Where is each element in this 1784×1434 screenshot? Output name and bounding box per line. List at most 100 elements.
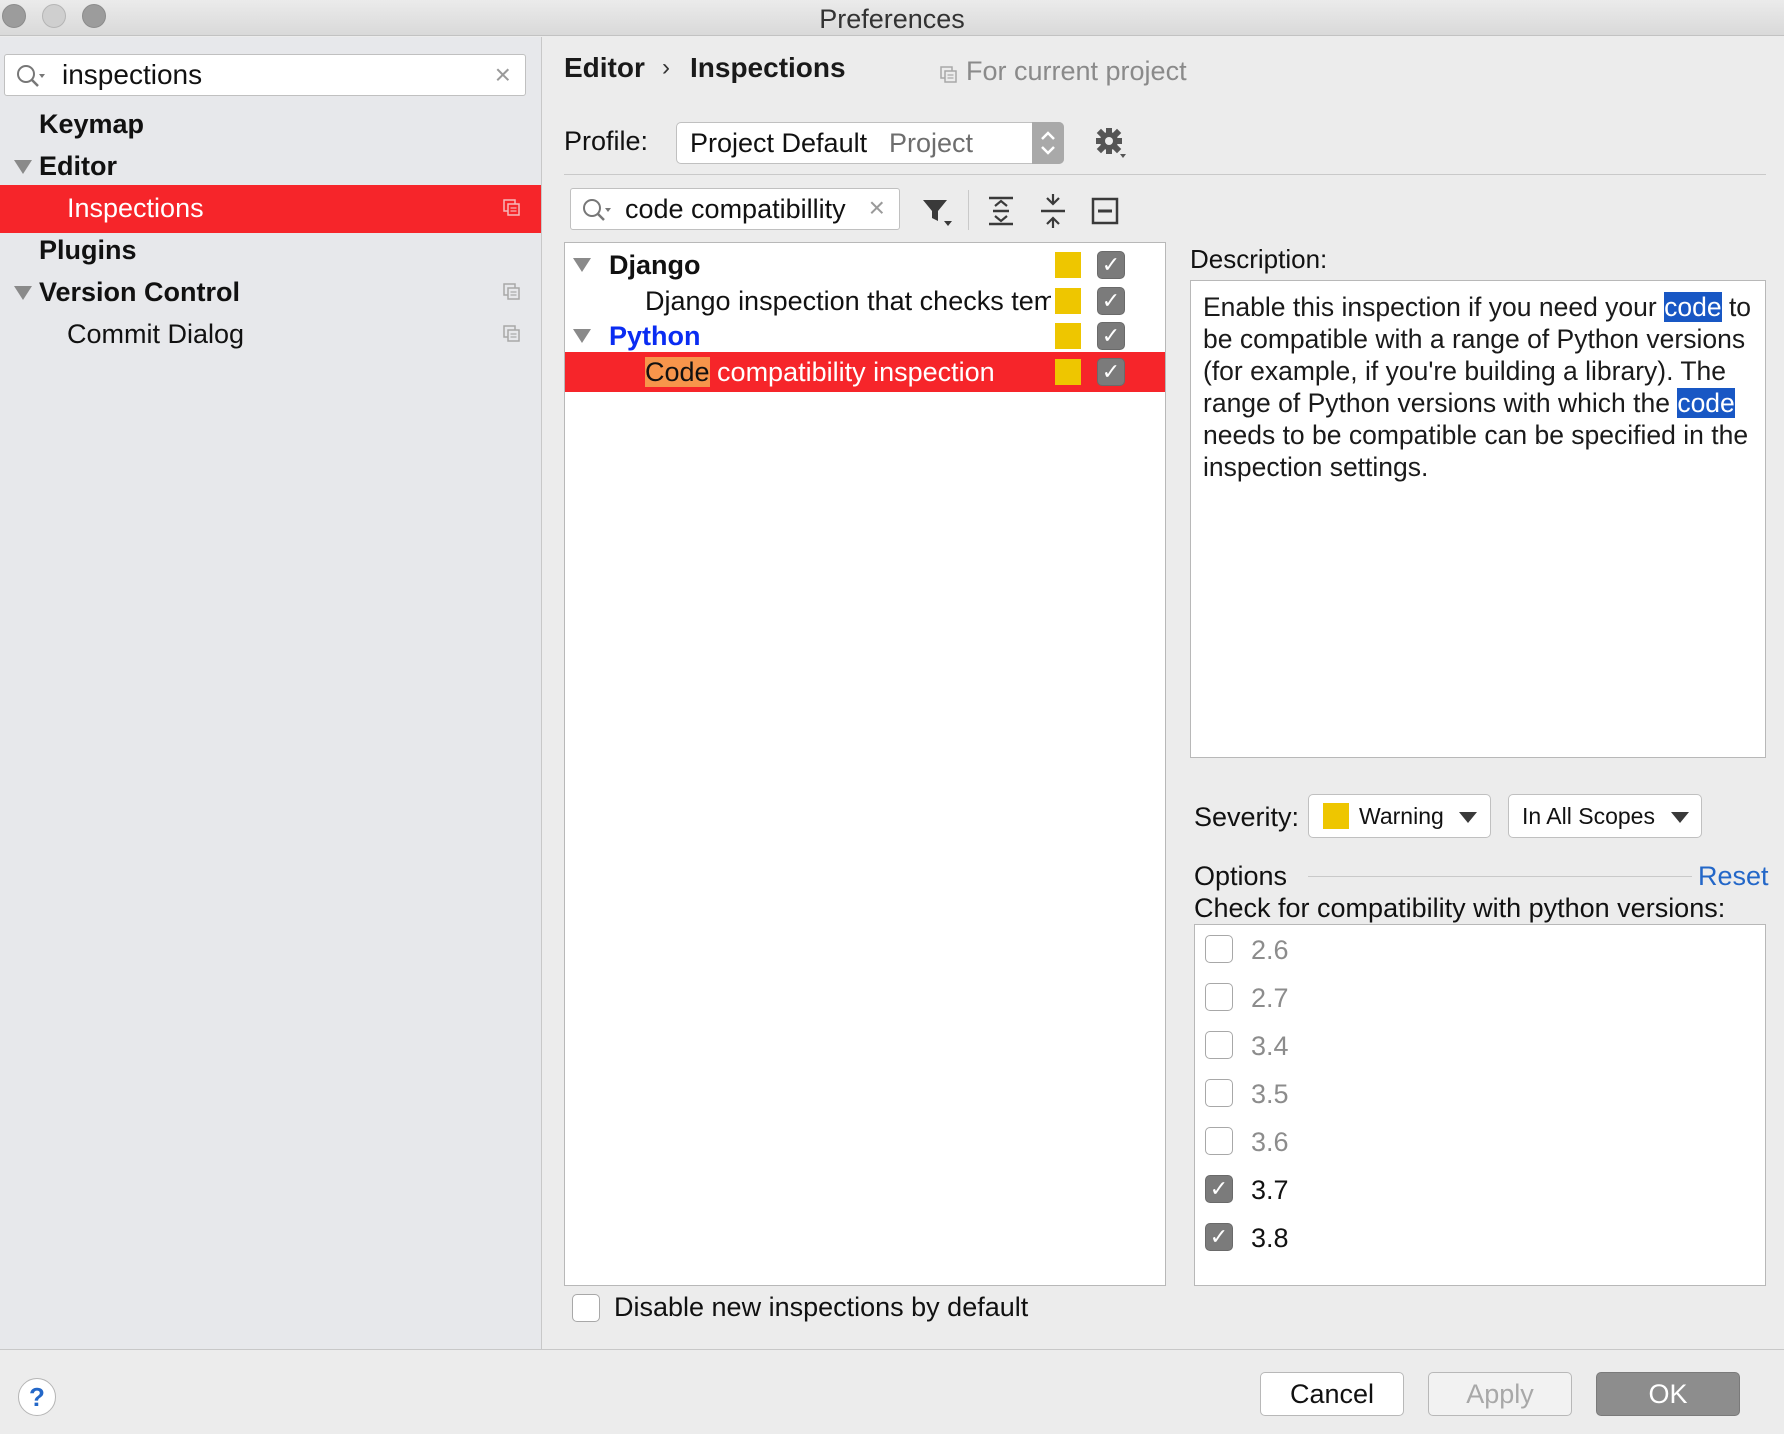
profile-kind: Project <box>889 128 974 158</box>
version-checkbox[interactable]: ✓ <box>1205 1175 1233 1203</box>
profile-name: Project Default <box>690 128 868 158</box>
gear-icon[interactable] <box>1094 126 1128 160</box>
sidebar-item-label: Editor <box>39 151 117 181</box>
version-checkbox[interactable] <box>1205 1079 1233 1107</box>
tree-item-checkbox[interactable]: ✓ <box>1097 322 1125 350</box>
project-scope-icon <box>503 325 520 342</box>
sidebar-item-keymap[interactable]: Keymap <box>0 101 541 149</box>
version-option-3-8[interactable]: ✓ 3.8 <box>1195 1213 1765 1259</box>
scope-select[interactable]: In All Scopes <box>1508 794 1702 838</box>
expand-all-icon[interactable] <box>984 194 1018 228</box>
tree-item-code-compatibility[interactable]: Code compatibility inspection ✓ <box>565 352 1165 392</box>
warning-severity-icon <box>1055 252 1081 278</box>
sidebar-item-label: Plugins <box>39 235 137 265</box>
profile-label: Profile: <box>564 126 649 156</box>
version-label[interactable]: 3.8 <box>1251 1223 1289 1254</box>
project-scope-icon <box>940 66 957 83</box>
collapse-all-icon[interactable] <box>1036 194 1070 228</box>
updown-chevron-icon[interactable] <box>1032 122 1064 164</box>
inspections-tree[interactable]: Django ✓ Django inspection that checks t… <box>564 242 1166 1286</box>
profile-select[interactable]: Project Default Project <box>676 122 1064 164</box>
sidebar-item-plugins[interactable]: Plugins <box>0 227 541 275</box>
tree-item-label: Code compatibility inspection <box>645 357 995 388</box>
settings-search-value: inspections <box>62 59 203 90</box>
warning-severity-icon <box>1323 803 1349 829</box>
severity-select[interactable]: Warning <box>1308 794 1491 838</box>
version-label[interactable]: 3.6 <box>1251 1127 1289 1158</box>
scope-note: For current project <box>966 56 1187 86</box>
tree-item-label-rest: compatibility inspection <box>709 357 995 387</box>
sidebar-item-inspections[interactable]: Inspections <box>0 185 541 233</box>
clear-filter-icon[interactable]: × <box>869 192 885 224</box>
search-icon[interactable] <box>15 63 49 89</box>
sidebar-item-editor[interactable]: Editor <box>0 143 541 191</box>
ok-button[interactable]: OK <box>1596 1372 1740 1416</box>
version-option-3-5[interactable]: 3.5 <box>1195 1069 1765 1115</box>
tree-item-checkbox[interactable]: ✓ <box>1097 287 1125 315</box>
expand-arrow-icon[interactable] <box>14 286 32 300</box>
settings-search-field[interactable]: inspections × <box>4 54 526 96</box>
version-label[interactable]: 2.7 <box>1251 983 1289 1014</box>
version-checkbox[interactable] <box>1205 1031 1233 1059</box>
version-label[interactable]: 3.4 <box>1251 1031 1289 1062</box>
search-icon[interactable] <box>581 197 615 223</box>
warning-severity-icon <box>1055 359 1081 385</box>
tree-item-checkbox[interactable]: ✓ <box>1097 358 1125 386</box>
sidebar-item-commit-dialog[interactable]: Commit Dialog <box>0 311 541 359</box>
version-option-3-6[interactable]: 3.6 <box>1195 1117 1765 1163</box>
apply-button[interactable]: Apply <box>1428 1372 1572 1416</box>
help-button[interactable]: ? <box>18 1378 56 1416</box>
sidebar-item-label: Keymap <box>39 109 145 139</box>
filter-icon[interactable] <box>920 194 954 228</box>
cancel-button[interactable]: Cancel <box>1260 1372 1404 1416</box>
tree-item-django-inspection[interactable]: Django inspection that checks template ✓ <box>565 282 1165 320</box>
inspection-filter-value: code compatibillity <box>625 194 846 224</box>
dropdown-arrow-icon <box>1459 812 1477 823</box>
sidebar-item-label: Inspections <box>67 193 204 223</box>
python-versions-label: Check for compatibility with python vers… <box>1194 893 1726 923</box>
version-option-3-7[interactable]: ✓ 3.7 <box>1195 1165 1765 1211</box>
search-match-highlight: code <box>1664 292 1722 322</box>
expand-arrow-icon[interactable] <box>573 258 591 272</box>
disable-new-inspections-checkbox[interactable] <box>572 1294 600 1322</box>
version-option-2-7[interactable]: 2.7 <box>1195 973 1765 1019</box>
version-checkbox[interactable] <box>1205 983 1233 1011</box>
search-match-highlight: code <box>1677 388 1735 418</box>
expand-arrow-icon[interactable] <box>573 329 591 343</box>
tree-item-label: Django inspection that checks template <box>645 286 1051 316</box>
version-checkbox[interactable] <box>1205 1127 1233 1155</box>
sidebar-item-version-control[interactable]: Version Control <box>0 269 541 317</box>
version-label[interactable]: 3.5 <box>1251 1079 1289 1110</box>
warning-severity-icon <box>1055 323 1081 349</box>
project-scope-icon <box>503 199 520 216</box>
description-panel: Enable this inspection if you need your … <box>1190 280 1766 758</box>
breadcrumb-parent[interactable]: Editor <box>564 52 645 84</box>
version-checkbox[interactable] <box>1205 935 1233 963</box>
tree-item-checkbox[interactable]: ✓ <box>1097 251 1125 279</box>
severity-label: Severity: <box>1194 802 1300 832</box>
tree-group-python[interactable]: Python ✓ <box>565 317 1165 355</box>
breadcrumb-separator: › <box>662 54 670 81</box>
severity-value: Warning <box>1359 803 1444 829</box>
version-label[interactable]: 3.7 <box>1251 1175 1289 1206</box>
expand-arrow-icon[interactable] <box>14 160 32 174</box>
description-label: Description: <box>1190 244 1328 274</box>
tree-group-django[interactable]: Django ✓ <box>565 246 1165 284</box>
reset-link[interactable]: Reset <box>1698 861 1769 892</box>
divider <box>564 174 1766 175</box>
clear-search-icon[interactable]: × <box>495 59 511 91</box>
reset-to-defaults-icon[interactable] <box>1088 194 1122 228</box>
version-option-2-6[interactable]: 2.6 <box>1195 925 1765 971</box>
tree-group-label: Python <box>609 321 701 351</box>
sidebar-item-label: Version Control <box>39 277 241 307</box>
project-scope-icon <box>503 283 520 300</box>
dropdown-arrow-icon <box>1671 812 1689 823</box>
version-label[interactable]: 2.6 <box>1251 935 1289 966</box>
disable-new-inspections-label[interactable]: Disable new inspections by default <box>614 1292 1028 1323</box>
version-option-3-4[interactable]: 3.4 <box>1195 1021 1765 1067</box>
inspection-filter-field[interactable]: code compatibillity × <box>570 188 900 230</box>
scope-value: In All Scopes <box>1522 803 1655 829</box>
settings-sidebar: inspections × Keymap Editor Inspections … <box>0 37 542 1349</box>
version-checkbox[interactable]: ✓ <box>1205 1223 1233 1251</box>
toolbar-divider <box>968 190 969 230</box>
